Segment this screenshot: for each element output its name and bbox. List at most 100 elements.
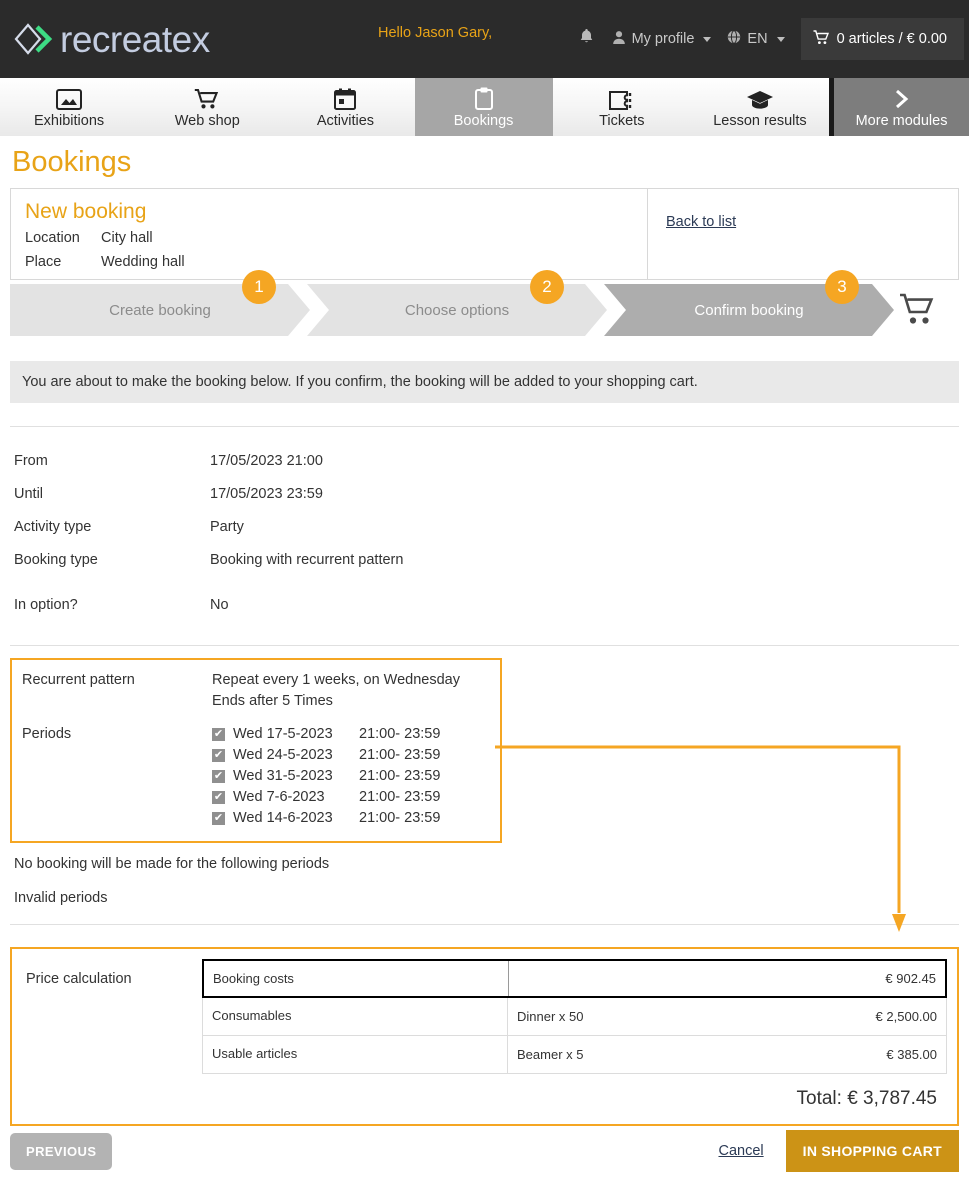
period-time: 21:00- 23:59 <box>359 745 440 766</box>
table-row[interactable]: Consumables Dinner x 50 € 2,500.00 <box>202 998 947 1036</box>
price-row-name: Consumables <box>203 998 508 1035</box>
detail-row-until: Until 17/05/2023 23:59 <box>10 478 959 511</box>
period-time: 21:00- 23:59 <box>359 766 440 787</box>
detail-row-from: From 17/05/2023 21:00 <box>10 445 959 478</box>
recurrent-pattern-line1: Repeat every 1 weeks, on Wednesday <box>212 672 460 688</box>
detail-row-activity-type: Activity type Party <box>10 511 959 544</box>
period-checkbox[interactable]: ✔ <box>212 770 225 783</box>
price-calculation-box: Price calculation Booking costs € 902.45… <box>10 947 959 1126</box>
place-label: Place <box>25 251 101 275</box>
period-date: Wed 17-5-2023 <box>233 724 351 745</box>
detail-value-booking-type: Booking with recurrent pattern <box>210 544 403 577</box>
period-time: 21:00- 23:59 <box>359 787 440 808</box>
nav-item-bookings[interactable]: Bookings <box>415 78 553 136</box>
wizard-step-3-label: Confirm booking <box>694 302 803 319</box>
diamond-chevron-logo-icon <box>12 19 56 59</box>
price-row-desc: Dinner x 50 <box>508 1009 776 1024</box>
period-item[interactable]: ✔ Wed 24-5-2023 21:00- 23:59 <box>212 745 440 766</box>
period-date: Wed 31-5-2023 <box>233 766 351 787</box>
period-time: 21:00- 23:59 <box>359 724 440 745</box>
shopping-cart-icon <box>899 292 937 331</box>
nav-item-exhibitions[interactable]: Exhibitions <box>0 78 138 136</box>
calendar-icon <box>334 86 356 110</box>
page-title: Bookings <box>12 146 959 179</box>
period-date: Wed 24-5-2023 <box>233 745 351 766</box>
period-item[interactable]: ✔ Wed 17-5-2023 21:00- 23:59 <box>212 724 440 745</box>
wizard-step-2-badge: 2 <box>530 270 564 304</box>
language-label: EN <box>747 31 767 47</box>
booking-info-title: New booking <box>25 200 647 224</box>
recurrent-pattern-section: Recurrent pattern Repeat every 1 weeks, … <box>10 658 959 843</box>
language-menu[interactable]: EN <box>727 30 784 48</box>
nav-item-lesson-results[interactable]: Lesson results <box>691 78 829 136</box>
nav-label-tickets: Tickets <box>599 113 644 129</box>
nav-item-web-shop[interactable]: Web shop <box>138 78 276 136</box>
wizard-step-3-badge: 3 <box>825 270 859 304</box>
top-header-bar: recreatex Hello Jason Gary, My profile E… <box>0 0 969 78</box>
period-item[interactable]: ✔ Wed 31-5-2023 21:00- 23:59 <box>212 766 440 787</box>
detail-row-booking-type: Booking type Booking with recurrent patt… <box>10 544 959 577</box>
period-checkbox[interactable]: ✔ <box>212 728 225 741</box>
shopping-cart-icon <box>194 86 221 110</box>
chevron-right-icon <box>893 86 911 110</box>
graduation-cap-icon <box>746 86 774 110</box>
nav-label-exhibitions: Exhibitions <box>34 113 104 129</box>
divider <box>10 924 959 925</box>
table-row[interactable]: Booking costs € 902.45 <box>202 959 947 998</box>
period-item[interactable]: ✔ Wed 7-6-2023 21:00- 23:59 <box>212 787 440 808</box>
user-icon <box>612 30 626 49</box>
chevron-down-icon <box>703 37 711 42</box>
booking-info-details: New booking Location City hall Place Wed… <box>11 189 648 279</box>
wizard-step-list: Create booking Choose options Confirm bo… <box>10 284 959 336</box>
wizard-step-2-label: Choose options <box>405 302 509 319</box>
nav-label-lesson-results: Lesson results <box>713 113 807 129</box>
detail-value-in-option: No <box>210 589 229 622</box>
bell-icon[interactable] <box>579 28 594 50</box>
period-checkbox[interactable]: ✔ <box>212 749 225 762</box>
period-checkbox[interactable]: ✔ <box>212 812 225 825</box>
image-icon <box>56 86 82 110</box>
period-checkbox[interactable]: ✔ <box>212 791 225 804</box>
wizard-step-1-label: Create booking <box>109 302 211 319</box>
header-actions: My profile EN 0 articles / € 0.00 <box>579 0 969 78</box>
period-time: 21:00- 23:59 <box>359 808 440 829</box>
periods-list: ✔ Wed 17-5-2023 21:00- 23:59 ✔ Wed 24-5-… <box>212 724 440 829</box>
recurrent-pattern-value: Repeat every 1 weeks, on Wednesday Ends … <box>212 670 460 712</box>
price-row-desc: Beamer x 5 <box>508 1047 776 1062</box>
brand-logo[interactable]: recreatex <box>12 19 210 59</box>
nav-item-activities[interactable]: Activities <box>276 78 414 136</box>
my-profile-menu[interactable]: My profile <box>612 30 712 49</box>
period-date: Wed 7-6-2023 <box>233 787 351 808</box>
detail-label-from: From <box>10 445 210 478</box>
previous-button[interactable]: PREVIOUS <box>10 1133 112 1170</box>
brand-name: recreatex <box>60 21 210 58</box>
price-total: Total: € 3,787.45 <box>202 1074 947 1114</box>
recurrent-pattern-box: Recurrent pattern Repeat every 1 weeks, … <box>10 658 502 843</box>
period-item[interactable]: ✔ Wed 14-6-2023 21:00- 23:59 <box>212 808 440 829</box>
nav-item-more-modules[interactable]: More modules <box>829 78 969 136</box>
recurrent-pattern-label: Recurrent pattern <box>16 670 212 712</box>
booking-info-location-row: Location City hall <box>25 227 647 251</box>
price-row-amount: € 385.00 <box>776 1047 946 1062</box>
divider <box>10 645 959 646</box>
cancel-link[interactable]: Cancel <box>718 1143 763 1159</box>
clipboard-icon <box>474 86 494 110</box>
nav-item-tickets[interactable]: Tickets <box>553 78 691 136</box>
back-to-list-link[interactable]: Back to list <box>666 214 736 230</box>
price-calculation-label: Price calculation <box>12 959 202 1114</box>
detail-label-booking-type: Booking type <box>10 544 210 577</box>
location-value: City hall <box>101 227 153 251</box>
periods-label: Periods <box>16 724 212 829</box>
location-label: Location <box>25 227 101 251</box>
booking-info-actions: Back to list <box>648 189 958 279</box>
table-row[interactable]: Usable articles Beamer x 5 € 385.00 <box>202 1036 947 1074</box>
price-row-name: Usable articles <box>203 1036 508 1073</box>
booking-wizard-steps: Create booking Choose options Confirm bo… <box>10 284 959 336</box>
periods-row: Periods ✔ Wed 17-5-2023 21:00- 23:59 ✔ W… <box>16 724 500 829</box>
main-navigation: Exhibitions Web shop Activities Bookings… <box>0 78 969 136</box>
footer-right-actions: Cancel IN SHOPPING CART <box>718 1130 959 1172</box>
price-row-name: Booking costs <box>204 961 509 996</box>
shopping-cart-icon <box>813 30 830 49</box>
cart-summary-button[interactable]: 0 articles / € 0.00 <box>801 18 964 60</box>
in-shopping-cart-button[interactable]: IN SHOPPING CART <box>786 1130 959 1172</box>
